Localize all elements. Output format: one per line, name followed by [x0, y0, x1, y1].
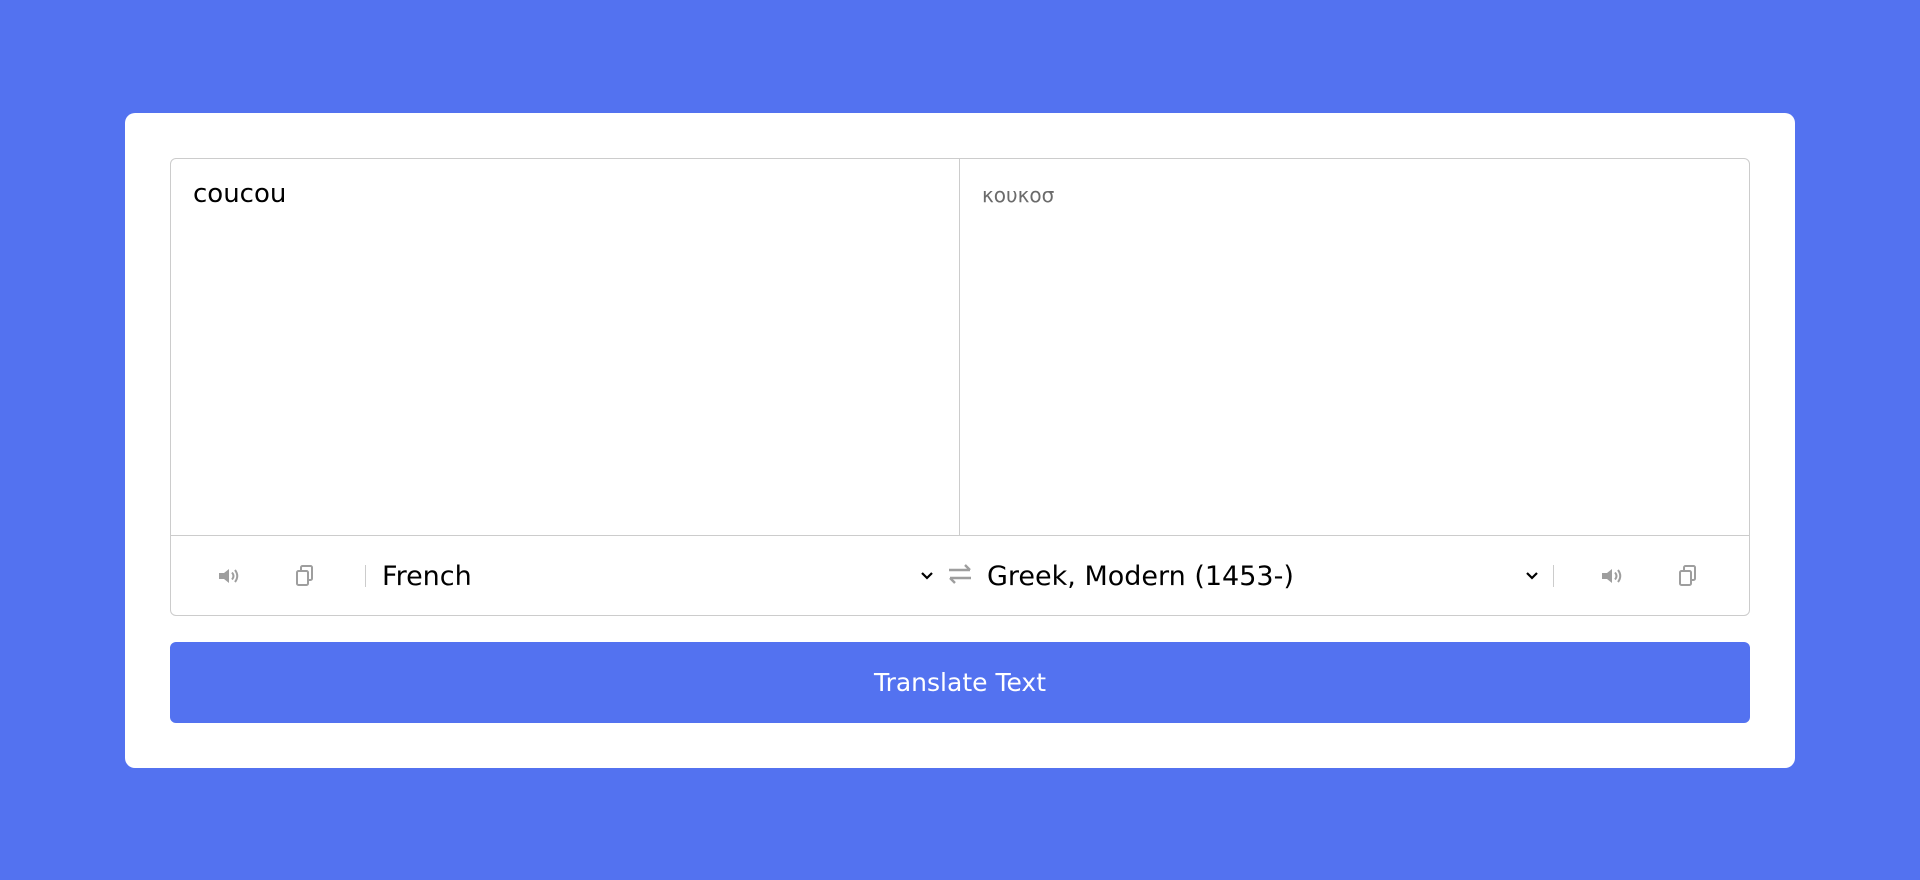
chevron-down-icon — [920, 569, 934, 583]
translator-wrapper: coucou κουκοσ French Greek, Modern (1453… — [170, 158, 1750, 616]
controls-divider-right — [1553, 565, 1554, 587]
volume-icon — [1600, 566, 1626, 586]
from-speak-button[interactable] — [217, 564, 243, 588]
from-language-label: French — [382, 560, 472, 592]
copy-icon — [1678, 565, 1698, 587]
to-language-select[interactable]: Greek, Modern (1453-) — [987, 554, 1539, 598]
to-text-output[interactable]: κουκοσ — [960, 159, 1749, 535]
to-copy-button[interactable] — [1675, 564, 1701, 588]
text-input-area: coucou κουκοσ — [171, 159, 1749, 535]
translate-button[interactable]: Translate Text — [170, 642, 1750, 723]
exchange-icon — [946, 563, 974, 589]
volume-icon — [217, 566, 243, 586]
exchange-button[interactable] — [945, 563, 975, 589]
to-language-label: Greek, Modern (1453-) — [987, 560, 1294, 592]
from-text-input[interactable]: coucou — [171, 159, 960, 535]
copy-icon — [295, 565, 315, 587]
translator-card: coucou κουκοσ French Greek, Modern (1453… — [125, 113, 1795, 768]
from-copy-button[interactable] — [292, 564, 318, 588]
chevron-down-icon — [1525, 569, 1539, 583]
to-speak-button[interactable] — [1600, 564, 1626, 588]
controls-divider-left — [365, 565, 366, 587]
from-language-select[interactable]: French — [382, 554, 934, 598]
controls-bar: French Greek, Modern (1453-) — [171, 535, 1749, 615]
